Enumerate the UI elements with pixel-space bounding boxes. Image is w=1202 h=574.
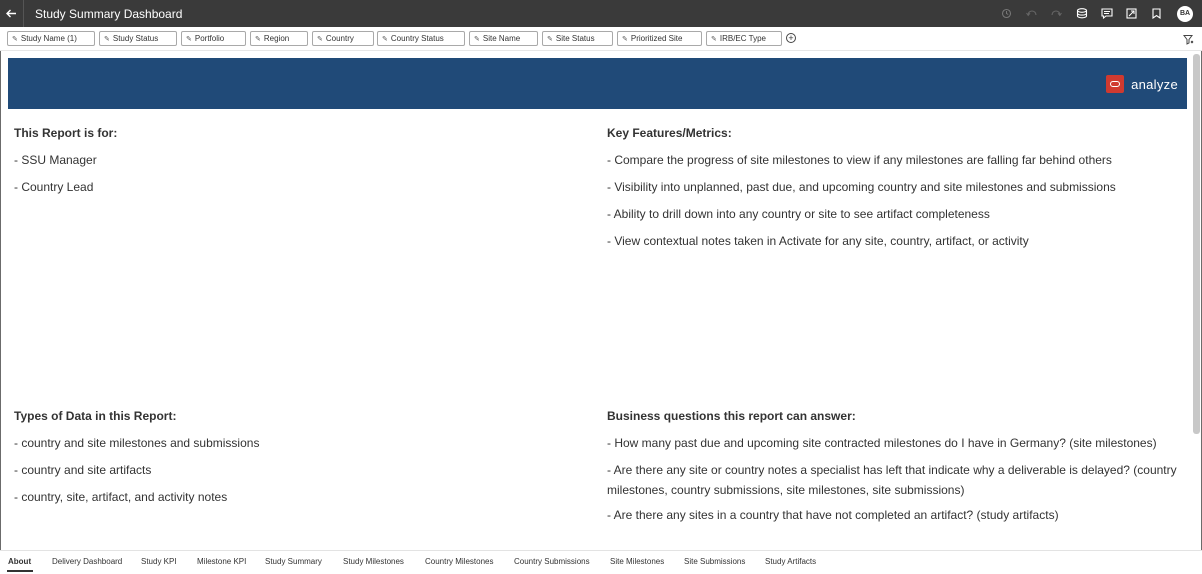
present-button[interactable] (1119, 0, 1144, 27)
section-heading: Business questions this report can answe… (607, 409, 856, 423)
data-types-section: Types of Data in this Report: - country … (14, 409, 574, 517)
list-item: - Compare the progress of site milestone… (607, 153, 1112, 167)
pin-icon: ✎ (317, 35, 323, 43)
tab-about[interactable]: About (8, 557, 31, 566)
filter-label: Prioritized Site (630, 34, 683, 43)
list-item: - Are there any site or country notes a … (607, 463, 1177, 497)
filter-label: Region (263, 34, 290, 43)
bookmark-icon (1152, 8, 1161, 19)
back-arrow-icon (6, 9, 16, 18)
refresh-button[interactable] (994, 0, 1019, 27)
user-avatar[interactable]: BA (1177, 5, 1193, 22)
data-icon (1076, 8, 1087, 19)
filter-country[interactable]: ✎ Country (312, 31, 374, 46)
filter-label: Study Status (112, 34, 159, 43)
redo-button[interactable] (1044, 0, 1069, 27)
report-for-section: This Report is for: - SSU Manager - Coun… (14, 126, 574, 207)
filter-region[interactable]: ✎ Region (250, 31, 308, 46)
comment-button[interactable] (1094, 0, 1119, 27)
back-button[interactable] (0, 0, 24, 27)
tab-study-summary[interactable]: Study Summary (265, 557, 322, 566)
list-item: - View contextual notes taken in Activat… (607, 234, 1029, 248)
tab-country-submissions[interactable]: Country Submissions (514, 557, 590, 566)
comment-icon (1100, 8, 1113, 19)
filter-bar: ✎ Study Name (1) ✎ Study Status ✎ Portfolio… (0, 27, 1202, 51)
filter-label: Site Status (555, 34, 595, 43)
filter-country-status[interactable]: ✎ Country Status (377, 31, 465, 46)
redo-icon (1051, 10, 1062, 17)
pin-icon: ✎ (711, 35, 717, 43)
filter-site-status[interactable]: ✎ Site Status (542, 31, 613, 46)
list-item: - country, site, artifact, and activity … (14, 490, 228, 504)
filter-prioritized-site[interactable]: ✎ Prioritized Site (617, 31, 702, 46)
add-filter-button[interactable]: + (786, 33, 796, 43)
page-tab-bar: About Delivery Dashboard Study KPI Miles… (0, 550, 1202, 574)
filter-study-status[interactable]: ✎ Study Status (99, 31, 177, 46)
pin-icon: ✎ (255, 35, 261, 43)
refresh-icon (1001, 8, 1012, 19)
vertical-scrollbar[interactable] (1193, 54, 1200, 434)
present-icon (1126, 8, 1137, 19)
tab-study-artifacts[interactable]: Study Artifacts (765, 557, 816, 566)
section-heading: Types of Data in this Report: (14, 409, 177, 423)
header-banner: analyze (8, 58, 1187, 109)
list-item: - Are there any sites in a country that … (607, 508, 1059, 522)
list-item: - Country Lead (14, 180, 94, 194)
toolbar-icons: BA (994, 0, 1202, 27)
funnel-icon (1183, 35, 1194, 45)
filter-label: Country Status (390, 34, 444, 43)
section-heading: Key Features/Metrics: (607, 126, 732, 140)
list-item: - Ability to drill down into any country… (607, 207, 990, 221)
tab-milestone-kpi[interactable]: Milestone KPI (197, 557, 246, 566)
tab-delivery-dashboard[interactable]: Delivery Dashboard (52, 557, 122, 566)
title-bar: Study Summary Dashboard BA (0, 0, 1202, 27)
tab-study-kpi[interactable]: Study KPI (141, 557, 177, 566)
filter-site-name[interactable]: ✎ Site Name (469, 31, 538, 46)
filter-portfolio[interactable]: ✎ Portfolio (181, 31, 246, 46)
tab-site-milestones[interactable]: Site Milestones (610, 557, 664, 566)
page-title: Study Summary Dashboard (35, 6, 183, 21)
pin-icon: ✎ (382, 35, 388, 43)
list-item: - How many past due and upcoming site co… (607, 436, 1157, 450)
pin-icon: ✎ (104, 35, 110, 43)
pin-icon: ✎ (547, 35, 553, 43)
active-tab-indicator (7, 570, 33, 572)
list-item: - country and site artifacts (14, 463, 152, 477)
data-button[interactable] (1069, 0, 1094, 27)
business-questions-section: Business questions this report can answe… (607, 409, 1182, 535)
filter-label: Site Name (482, 34, 521, 43)
list-item: - SSU Manager (14, 153, 97, 167)
bookmark-button[interactable] (1144, 0, 1169, 27)
undo-icon (1026, 10, 1037, 17)
filter-irb-ec-type[interactable]: ✎ IRB/EC Type (706, 31, 782, 46)
brand-lockup: analyze (1106, 75, 1178, 93)
filter-toggle-button[interactable] (1183, 32, 1194, 50)
undo-button[interactable] (1019, 0, 1044, 27)
tab-study-milestones[interactable]: Study Milestones (343, 557, 404, 566)
filter-study-name[interactable]: ✎ Study Name (1) (7, 31, 95, 46)
list-item: - Visibility into unplanned, past due, a… (607, 180, 1116, 194)
tab-site-submissions[interactable]: Site Submissions (684, 557, 745, 566)
key-features-section: Key Features/Metrics: - Compare the prog… (607, 126, 1182, 261)
filter-label: Study Name (1) (20, 34, 77, 43)
oracle-logo-icon (1106, 75, 1125, 93)
filter-label: Country (325, 34, 354, 43)
filter-label: IRB/EC Type (719, 34, 766, 43)
list-item: - country and site milestones and submis… (14, 436, 260, 450)
dashboard-canvas: analyze This Report is for: - SSU Manage… (0, 51, 1202, 550)
pin-icon: ✎ (474, 35, 480, 43)
tab-country-milestones[interactable]: Country Milestones (425, 557, 493, 566)
section-heading: This Report is for: (14, 126, 118, 140)
pin-icon: ✎ (186, 35, 192, 43)
brand-text: analyze (1131, 76, 1178, 92)
pin-icon: ✎ (12, 35, 18, 43)
filter-label: Portfolio (194, 34, 225, 43)
pin-icon: ✎ (622, 35, 628, 43)
